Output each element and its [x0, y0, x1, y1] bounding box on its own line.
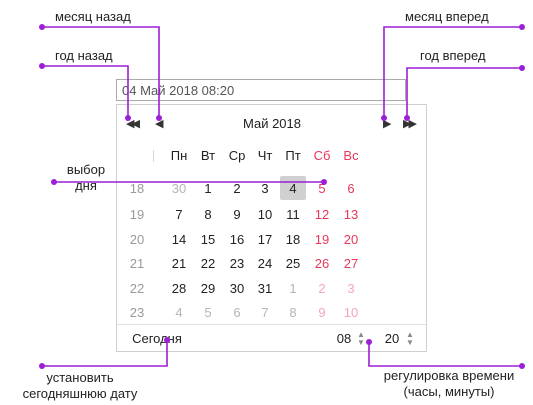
day-cell[interactable]: 19	[309, 232, 335, 248]
day-cell[interactable]: 6	[338, 181, 364, 197]
hours-up-icon[interactable]: ▲	[357, 331, 365, 339]
day-cell[interactable]: 20	[338, 232, 364, 248]
day-cell[interactable]: 24	[252, 256, 278, 272]
callout-set-today-line2: сегодняшнюю дату	[22, 386, 138, 401]
day-cell[interactable]: 25	[280, 256, 306, 272]
calendar-popup: ◀◀ ◀ Май 2018 ▶ ▶▶ Пн Вт Ср Чт Пт Сб Вс 18 30 1 2 3…	[116, 104, 427, 352]
weekday-header: Пт	[285, 148, 301, 163]
day-cell[interactable]: 23	[224, 256, 250, 272]
day-cell[interactable]: 1	[280, 281, 306, 297]
callout-dot-next-year-start	[519, 65, 525, 71]
day-cell[interactable]: 5	[195, 305, 221, 321]
day-cell[interactable]: 8	[195, 207, 221, 223]
day-cell[interactable]: 1	[195, 181, 221, 197]
day-cell[interactable]: 31	[252, 281, 278, 297]
day-cell[interactable]: 30	[166, 181, 192, 197]
day-cell[interactable]: 27	[338, 256, 364, 272]
day-cell[interactable]: 7	[166, 207, 192, 223]
callout-set-today-line1: установить	[46, 370, 114, 385]
callout-time-adjust: регулировка времени (часы, минуты)	[368, 368, 530, 400]
callout-day-select: выбор дня	[60, 162, 112, 194]
callout-dot-day-select-start	[51, 179, 57, 185]
minutes-down-icon[interactable]: ▼	[406, 339, 414, 347]
callout-day-select-line2: дня	[75, 178, 97, 193]
weekday-header: Чт	[257, 148, 273, 163]
day-cell[interactable]: 12	[309, 207, 335, 223]
day-cell[interactable]: 15	[195, 232, 221, 248]
weekday-header: Ср	[228, 148, 246, 163]
callout-dot-prev-month-start	[39, 24, 45, 30]
callout-dot-next-month-start	[519, 24, 525, 30]
day-cell[interactable]: 17	[252, 232, 278, 248]
weekday-header: Вт	[200, 148, 216, 163]
week-number: 18	[129, 181, 145, 196]
day-cell[interactable]: 7	[252, 305, 278, 321]
callout-time-adjust-line1: регулировка времени	[383, 368, 515, 383]
selected-day-cell[interactable]: 4	[280, 181, 306, 197]
day-cell[interactable]: 26	[309, 256, 335, 272]
hours-value[interactable]: 08	[333, 331, 355, 347]
today-button[interactable]: Сегодня	[125, 331, 189, 347]
day-cell[interactable]: 28	[166, 281, 192, 297]
day-cell[interactable]: 6	[224, 305, 250, 321]
week-number: 20	[129, 232, 145, 247]
day-cell[interactable]: 2	[224, 181, 250, 197]
week-number: 22	[129, 281, 145, 296]
day-cell[interactable]: 16	[224, 232, 250, 248]
next-year-button[interactable]: ▶▶	[403, 118, 417, 130]
day-cell[interactable]: 3	[338, 281, 364, 297]
day-cell[interactable]: 29	[195, 281, 221, 297]
month-title[interactable]: Май 2018	[227, 116, 317, 132]
datetime-input[interactable]: 04 Май 2018 08:20	[116, 79, 406, 101]
day-cell[interactable]: 2	[309, 281, 335, 297]
week-number: 23	[129, 305, 145, 320]
callout-prev-month: месяц назад	[55, 9, 131, 24]
callout-set-today: установить сегодняшнюю дату	[0, 370, 160, 402]
day-cell[interactable]: 18	[280, 232, 306, 248]
day-cell[interactable]: 30	[224, 281, 250, 297]
week-column-separator	[153, 150, 154, 162]
day-cell[interactable]: 11	[280, 207, 306, 223]
footer-divider	[117, 324, 426, 325]
day-cell[interactable]: 3	[252, 181, 278, 197]
weekday-header: Пн	[170, 148, 188, 163]
day-cell[interactable]: 9	[309, 305, 335, 321]
callout-next-month: месяц вперед	[405, 9, 489, 24]
weekday-header: Вс	[343, 148, 359, 163]
day-cell[interactable]: 14	[166, 232, 192, 248]
day-cell[interactable]: 10	[252, 207, 278, 223]
callout-dot-prev-year-start	[39, 63, 45, 69]
day-cell[interactable]: 5	[309, 181, 335, 197]
callout-time-adjust-line2: (часы, минуты)	[403, 384, 495, 399]
next-month-button[interactable]: ▶	[383, 118, 391, 130]
day-cell[interactable]: 8	[280, 305, 306, 321]
day-cell[interactable]: 4	[166, 305, 192, 321]
week-number: 21	[129, 256, 145, 271]
callout-dot-set-today-end	[39, 363, 45, 369]
day-cell[interactable]: 21	[166, 256, 192, 272]
day-cell[interactable]: 9	[224, 207, 250, 223]
weekday-header: Сб	[313, 148, 331, 163]
week-number: 19	[129, 207, 145, 222]
day-cell[interactable]: 22	[195, 256, 221, 272]
day-cell[interactable]: 10	[338, 305, 364, 321]
callout-day-select-line1: выбор	[66, 162, 106, 177]
prev-month-button[interactable]: ◀	[155, 118, 163, 130]
day-cell[interactable]: 13	[338, 207, 364, 223]
callout-next-year: год вперед	[420, 48, 486, 63]
prev-year-button[interactable]: ◀◀	[126, 118, 140, 130]
minutes-value[interactable]: 20	[381, 331, 403, 347]
minutes-up-icon[interactable]: ▲	[406, 331, 414, 339]
hours-down-icon[interactable]: ▼	[357, 339, 365, 347]
callout-prev-year: год назад	[55, 48, 113, 63]
datepicker-diagram: месяц назад месяц вперед год назад год в…	[0, 0, 533, 405]
